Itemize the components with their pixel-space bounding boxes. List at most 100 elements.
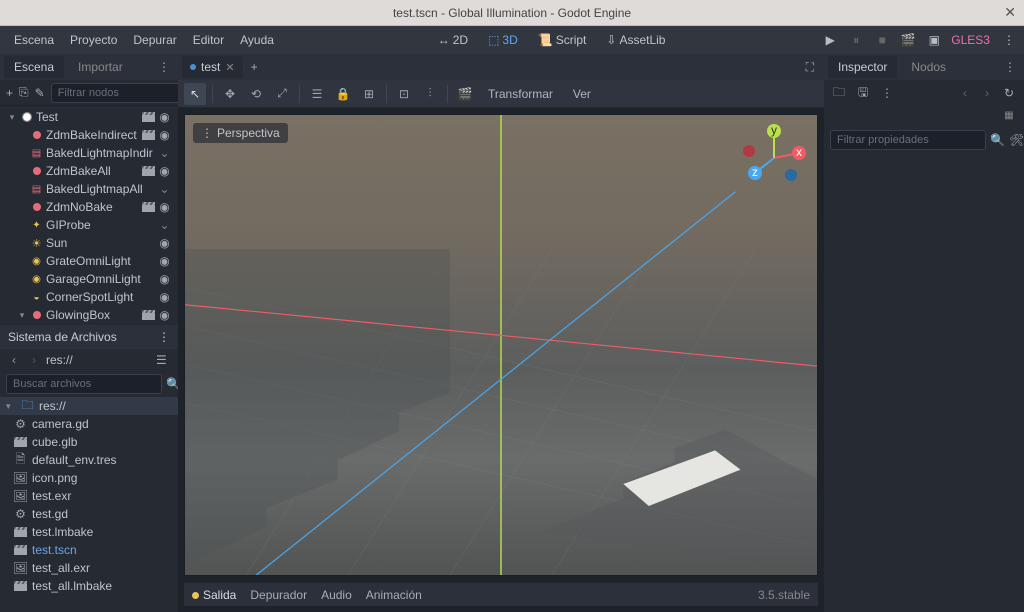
scene-node[interactable]: ▤BakedLightmapAll⌄ xyxy=(0,180,178,198)
renderer-label[interactable]: GLES3 xyxy=(951,33,990,47)
clapper-icon[interactable] xyxy=(142,309,155,322)
add-node-icon[interactable]: + xyxy=(6,84,13,102)
file-item[interactable]: cube.glb xyxy=(0,433,178,451)
pause-icon[interactable]: ⏸ xyxy=(847,31,865,49)
scene-node[interactable]: ▤BakedLightmapIndir⌄ xyxy=(0,144,178,162)
mode-3d-button[interactable]: ⬚3D xyxy=(482,30,524,50)
clapper-icon[interactable] xyxy=(142,111,155,124)
close-icon[interactable]: ✕ xyxy=(1004,4,1016,21)
attach-script-icon[interactable]: ✎ xyxy=(35,84,45,102)
filesystem-path[interactable]: res:// xyxy=(46,353,152,367)
expand-toggle-icon[interactable]: ▾ xyxy=(7,112,17,123)
viewport-3d[interactable]: ⋮ Perspectiva x y z xyxy=(184,114,818,576)
visibility-icon[interactable]: ◉ xyxy=(158,291,171,304)
new-scene-icon[interactable]: + xyxy=(245,58,264,76)
menu-editor[interactable]: Editor xyxy=(185,29,232,51)
bottom-audio[interactable]: Audio xyxy=(321,588,352,602)
resource-icon[interactable]: ▦ xyxy=(1000,106,1018,124)
clapper-icon[interactable] xyxy=(142,129,155,142)
tools-icon[interactable]: 🛠 xyxy=(1009,133,1024,147)
view-mode-icon[interactable]: ☰ xyxy=(156,353,172,367)
inspector-filter-input[interactable] xyxy=(830,130,986,150)
bottom-animation[interactable]: Animación xyxy=(366,588,422,602)
play-custom-icon[interactable]: ▣ xyxy=(925,31,943,49)
tab-import[interactable]: Importar xyxy=(68,56,133,78)
save-icon[interactable]: 🖫 xyxy=(854,84,872,102)
list-tool-icon[interactable]: ☰ xyxy=(306,83,328,105)
dock-options-icon[interactable]: ⋮ xyxy=(158,330,170,344)
scene-node[interactable]: ▾Test◉ xyxy=(0,108,178,126)
visibility-icon[interactable]: ◉ xyxy=(158,237,171,250)
file-item[interactable]: 🖼test_all.exr xyxy=(0,559,178,577)
mode-script-button[interactable]: 📜Script xyxy=(532,30,593,50)
bottom-debugger[interactable]: Depurador xyxy=(250,588,307,602)
folder-icon[interactable]: 🗀 xyxy=(830,84,848,102)
menu-scene[interactable]: Escena xyxy=(6,29,62,51)
nav-fwd-icon[interactable]: › xyxy=(26,353,42,367)
group-tool-icon[interactable]: ⊞ xyxy=(358,83,380,105)
mode-assetlib-button[interactable]: ⇩AssetLib xyxy=(600,30,671,50)
renderer-opts-icon[interactable]: ⋮ xyxy=(1000,31,1018,49)
file-item[interactable]: ⚙test.gd xyxy=(0,505,178,523)
expand-toggle-icon[interactable]: ▾ xyxy=(17,310,27,321)
file-item[interactable]: test.tscn xyxy=(0,541,178,559)
nav-back-icon[interactable]: ‹ xyxy=(6,353,22,367)
distraction-free-icon[interactable]: ⛶ xyxy=(800,60,820,75)
snap-config-icon[interactable]: ⫶ xyxy=(419,83,441,105)
scene-tab-test[interactable]: test ✕ xyxy=(182,56,243,78)
file-item[interactable]: 🗎default_env.tres xyxy=(0,451,178,469)
file-item[interactable]: ⚙camera.gd xyxy=(0,415,178,433)
close-tab-icon[interactable]: ✕ xyxy=(225,61,234,74)
mode-2d-button[interactable]: ↔2D xyxy=(432,30,474,50)
file-item[interactable]: test.lmbake xyxy=(0,523,178,541)
tab-scene[interactable]: Escena xyxy=(4,56,64,78)
scene-node[interactable]: ◉GarageOmniLight◉ xyxy=(0,270,178,288)
visibility-icon[interactable]: ◉ xyxy=(158,165,171,178)
visibility-icon[interactable]: ◉ xyxy=(158,201,171,214)
instance-icon[interactable]: ⎘ xyxy=(19,84,29,102)
scene-node[interactable]: ZdmNoBake◉ xyxy=(0,198,178,216)
scene-node[interactable]: ZdmBakeIndirect◉ xyxy=(0,126,178,144)
file-item[interactable]: test_all.lmbake xyxy=(0,577,178,595)
select-tool-icon[interactable]: ↖ xyxy=(184,83,206,105)
scale-tool-icon[interactable]: ⤢ xyxy=(271,83,293,105)
tab-nodes[interactable]: Nodos xyxy=(901,56,956,78)
transform-menu[interactable]: Transformar xyxy=(480,87,561,101)
folder-item[interactable]: ▾🗀res:// xyxy=(0,397,178,415)
play-icon[interactable]: ▶ xyxy=(821,31,839,49)
history-icon[interactable]: ↻ xyxy=(1000,84,1018,102)
move-tool-icon[interactable]: ✥ xyxy=(219,83,241,105)
visibility-icon[interactable]: ◉ xyxy=(158,255,171,268)
search-icon[interactable]: 🔍 xyxy=(990,133,1005,147)
visibility-icon[interactable]: ◉ xyxy=(158,129,171,142)
rotate-tool-icon[interactable]: ⟲ xyxy=(245,83,267,105)
menu-project[interactable]: Proyecto xyxy=(62,29,125,51)
history-back-icon[interactable]: ‹ xyxy=(956,84,974,102)
snap-tool-icon[interactable]: ⊡ xyxy=(393,83,415,105)
dock-options-icon[interactable]: ⋮ xyxy=(154,60,174,74)
lock-tool-icon[interactable]: 🔒 xyxy=(332,83,354,105)
scene-node[interactable]: ◉GrateOmniLight◉ xyxy=(0,252,178,270)
bottom-output[interactable]: Salida xyxy=(192,588,236,602)
dock-options-icon[interactable]: ⋮ xyxy=(1000,60,1020,74)
visibility-icon[interactable]: ◉ xyxy=(158,111,171,124)
scene-node[interactable]: ▾GlowingBox◉ xyxy=(0,306,178,324)
scene-node[interactable]: ☀Sun◉ xyxy=(0,234,178,252)
more-icon[interactable]: ⋮ xyxy=(878,84,896,102)
scene-node[interactable]: ZdmBakeAll◉ xyxy=(0,162,178,180)
camera-tool-icon[interactable]: 🎬 xyxy=(454,83,476,105)
tab-inspector[interactable]: Inspector xyxy=(828,56,897,78)
history-fwd-icon[interactable]: › xyxy=(978,84,996,102)
menu-debug[interactable]: Depurar xyxy=(125,29,184,51)
expand-toggle-icon[interactable]: ▾ xyxy=(6,401,16,412)
file-item[interactable]: 🖼icon.png xyxy=(0,469,178,487)
expand-icon[interactable]: ⌄ xyxy=(158,147,171,160)
stop-icon[interactable]: ■ xyxy=(873,31,891,49)
scene-node[interactable]: ◒CornerSpotLight◉ xyxy=(0,288,178,306)
visibility-icon[interactable]: ◉ xyxy=(158,309,171,322)
filesystem-search-input[interactable] xyxy=(6,374,162,394)
perspective-badge[interactable]: ⋮ Perspectiva xyxy=(193,123,288,143)
play-scene-icon[interactable]: 🎬 xyxy=(899,31,917,49)
clapper-icon[interactable] xyxy=(142,201,155,214)
expand-icon[interactable]: ⌄ xyxy=(158,219,171,232)
